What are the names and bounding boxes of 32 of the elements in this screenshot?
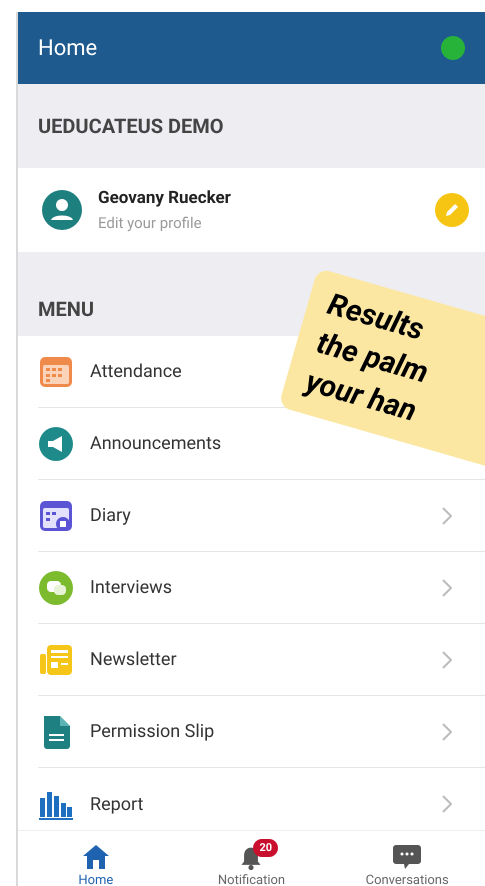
menu-label: Permission Slip xyxy=(90,720,214,744)
page-title: Home xyxy=(38,34,98,62)
menu-item[interactable]: Newsletter xyxy=(38,624,485,696)
menu-label: Diary xyxy=(90,504,131,528)
avatar-icon xyxy=(42,190,82,230)
megaphone-icon xyxy=(38,426,74,462)
chat-bubbles-icon xyxy=(38,570,74,606)
menu-item[interactable]: Diary xyxy=(38,480,485,552)
chevron-icon xyxy=(441,650,453,670)
menu-item[interactable]: Interviews xyxy=(38,552,485,624)
menu-item[interactable]: Report xyxy=(38,768,485,830)
nav-tab[interactable]: Home xyxy=(18,831,174,886)
menu-label: Interviews xyxy=(90,576,172,600)
home-icon xyxy=(80,843,111,871)
edit-icon[interactable] xyxy=(435,193,469,227)
menu-item[interactable]: Permission Slip xyxy=(38,696,485,768)
chevron-icon xyxy=(441,794,453,814)
chevron-icon xyxy=(441,578,453,598)
nav-tab[interactable]: 20 Notification xyxy=(174,831,330,886)
menu-label: Report xyxy=(90,792,144,816)
section-heading: UEDUCATEUS DEMO xyxy=(38,113,224,140)
notification-badge: 20 xyxy=(253,839,278,857)
menu-label: Attendance xyxy=(90,360,182,384)
profile-subtitle: Edit your profile xyxy=(98,212,203,234)
section-heading: MENU xyxy=(38,296,94,323)
profile-name: Geovany Ruecker xyxy=(98,187,232,210)
chat-icon xyxy=(392,843,422,871)
chevron-icon xyxy=(441,506,453,526)
menu-label: Newsletter xyxy=(90,648,177,672)
chevron-icon xyxy=(441,722,453,742)
nav-tab[interactable]: Conversations xyxy=(329,831,485,886)
menu-label: Announcements xyxy=(90,432,222,456)
